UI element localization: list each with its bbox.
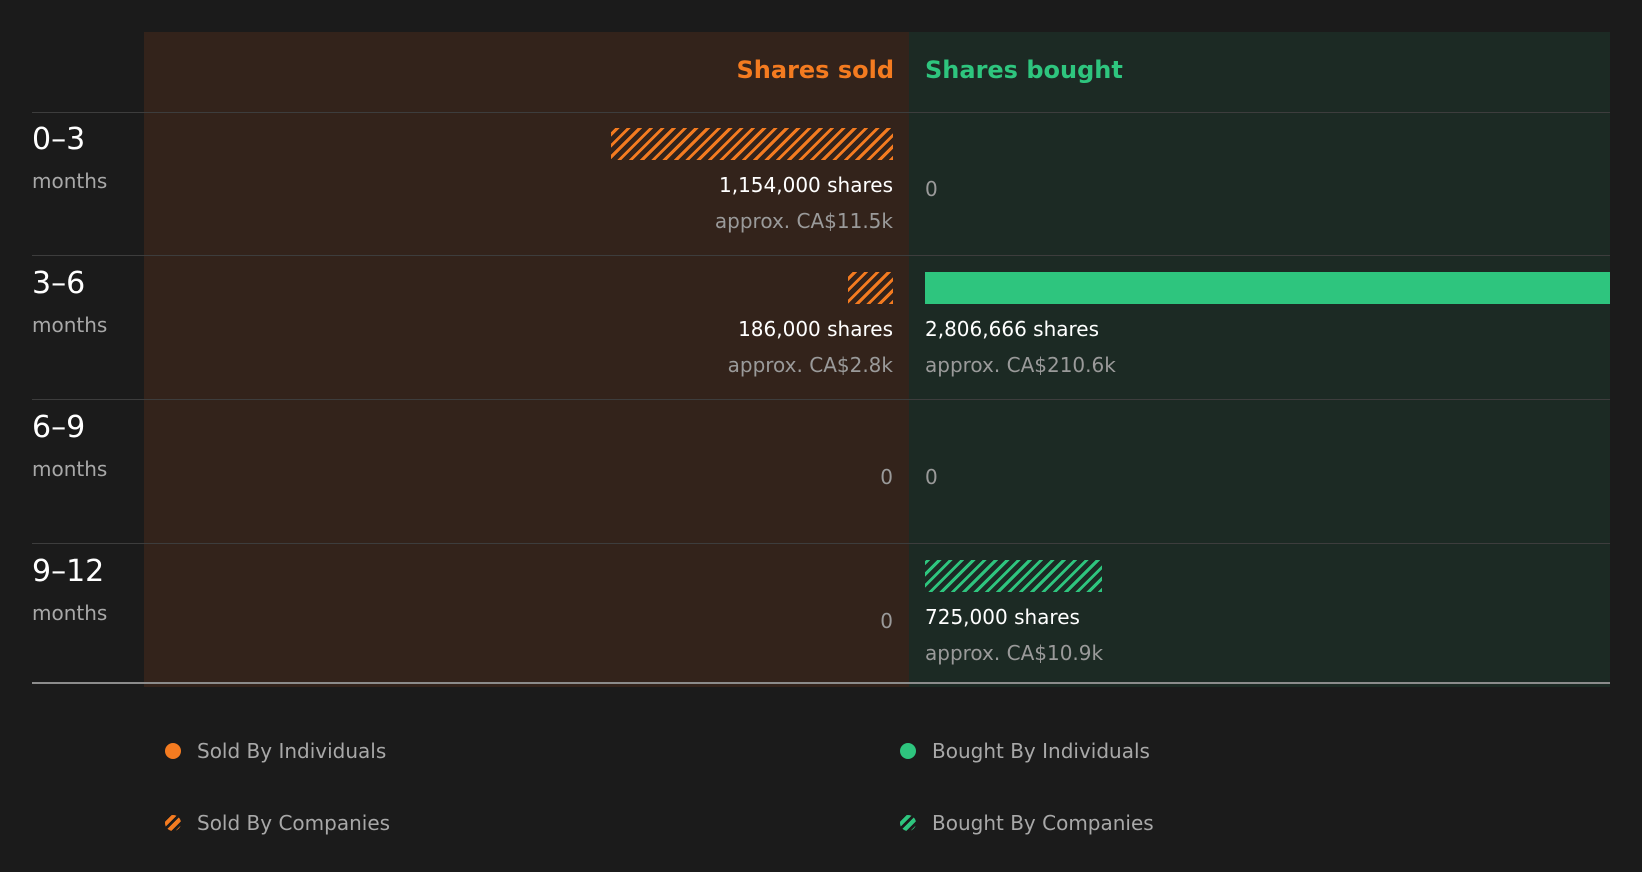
bought-zero-label: 0: [925, 177, 938, 201]
legend-label: Sold By Companies: [197, 811, 391, 835]
bought-shares-label: 2,806,666 shares: [925, 317, 1100, 341]
shares-bought-header: Shares bought: [925, 56, 1123, 84]
legend-swatch: [165, 815, 181, 831]
period-range-label: 0–3: [32, 122, 86, 157]
sold-value-label: approx. CA$2.8k: [727, 353, 893, 377]
legend-item-sold-by-companies: Sold By Companies: [165, 808, 390, 838]
legend-label: Bought By Individuals: [932, 739, 1150, 763]
sold-zero-label: 0: [880, 609, 893, 633]
sold-by-companies-bar: [611, 128, 893, 160]
legend-item-bought-by-companies: Bought By Companies: [900, 808, 1154, 838]
legend-label: Bought By Companies: [932, 811, 1154, 835]
shares-sold-header: Shares sold: [736, 56, 895, 84]
legend-item-sold-by-individuals: Sold By Individuals: [165, 736, 386, 766]
period-row: 9–12 months 0 725,000 shares approx. CA$10.9…: [0, 544, 1642, 688]
row-divider: [32, 399, 1610, 400]
period-row: 3–6 months 186,000 shares approx. CA$2.8k 2,…: [0, 256, 1642, 400]
axis-baseline: [32, 682, 1610, 684]
period-unit-label: months: [32, 313, 108, 337]
legend-item-bought-by-individuals: Bought By Individuals: [900, 736, 1150, 766]
period-unit-label: months: [32, 457, 108, 481]
bought-by-companies-bar: [925, 560, 1102, 592]
period-range-label: 3–6: [32, 266, 86, 301]
sold-shares-label: 186,000 shares: [738, 317, 893, 341]
header-divider: [32, 112, 1610, 113]
legend-label: Sold By Individuals: [197, 739, 387, 763]
period-unit-label: months: [32, 169, 108, 193]
legend-swatch: [165, 743, 181, 759]
period-range-label: 9–12: [32, 554, 105, 589]
sold-zero-label: 0: [880, 465, 893, 489]
bought-by-individuals-bar: [925, 272, 1610, 304]
sold-by-companies-bar: [848, 272, 893, 304]
insider-trading-chart: Shares sold Shares bought 0–3 months 1,154…: [0, 0, 1642, 872]
bought-value-label: approx. CA$210.6k: [925, 353, 1116, 377]
bought-shares-label: 725,000 shares: [925, 605, 1080, 629]
period-row: 0–3 months 1,154,000 shares approx. CA$11.5…: [0, 112, 1642, 256]
row-divider: [32, 543, 1610, 544]
bought-zero-label: 0: [925, 465, 938, 489]
period-unit-label: months: [32, 601, 108, 625]
sold-shares-label: 1,154,000 shares: [718, 173, 893, 197]
period-range-label: 6–9: [32, 410, 86, 445]
sold-value-label: approx. CA$11.5k: [714, 209, 893, 233]
bought-value-label: approx. CA$10.9k: [925, 641, 1104, 665]
period-row: 6–9 months 0 0: [0, 400, 1642, 544]
legend-swatch: [900, 815, 916, 831]
row-divider: [32, 255, 1610, 256]
legend-swatch: [900, 743, 916, 759]
